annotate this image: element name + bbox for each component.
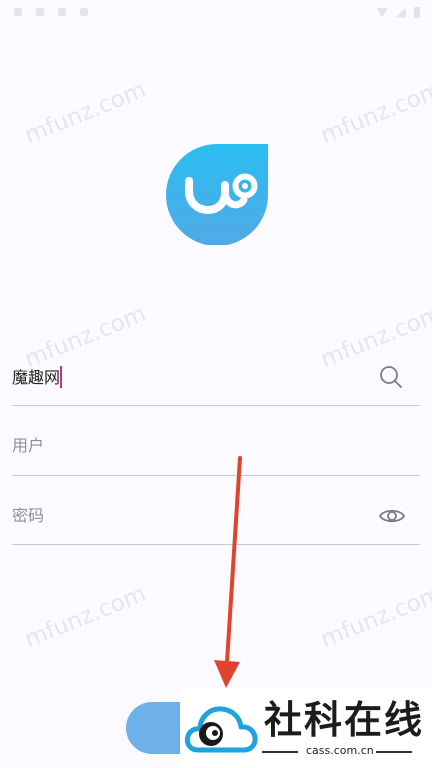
server-input[interactable]: 魔趣网 (12, 368, 60, 388)
battery-icon (414, 7, 420, 18)
password-input[interactable]: 密码 (12, 506, 44, 526)
username-underline (12, 475, 420, 476)
wifi-icon (376, 7, 388, 18)
server-underline (12, 405, 420, 406)
cloud-logo-icon (184, 706, 258, 753)
username-input[interactable]: 用户 (12, 436, 44, 456)
watermark: mfunz.com (21, 76, 150, 150)
watermark: mfunz.com (317, 76, 432, 150)
stethoscope-drop-logo (165, 143, 269, 246)
notification-icon (14, 8, 22, 16)
notification-icon (36, 8, 44, 16)
signal-icon (396, 7, 406, 18)
search-icon[interactable] (376, 362, 406, 392)
watermark: mfunz.com (317, 580, 432, 654)
status-bar (0, 0, 432, 28)
badge-divider (262, 751, 298, 753)
badge-subtitle: cass.com.cn (306, 744, 374, 757)
annotation-arrow (214, 456, 242, 688)
status-icons-right (376, 7, 420, 18)
site-badge: 社科在线 cass.com.cn (180, 688, 432, 768)
password-underline (12, 544, 420, 545)
notification-icon (58, 8, 66, 16)
eye-icon[interactable] (376, 502, 408, 530)
badge-divider (376, 751, 412, 753)
notification-icon (80, 8, 88, 16)
watermark: mfunz.com (21, 580, 150, 654)
badge-title: 社科在线 (264, 697, 425, 742)
watermark: mfunz.com (317, 300, 432, 374)
text-caret (60, 366, 62, 388)
status-icons-left (14, 8, 88, 16)
watermark: mfunz.com (21, 300, 150, 374)
